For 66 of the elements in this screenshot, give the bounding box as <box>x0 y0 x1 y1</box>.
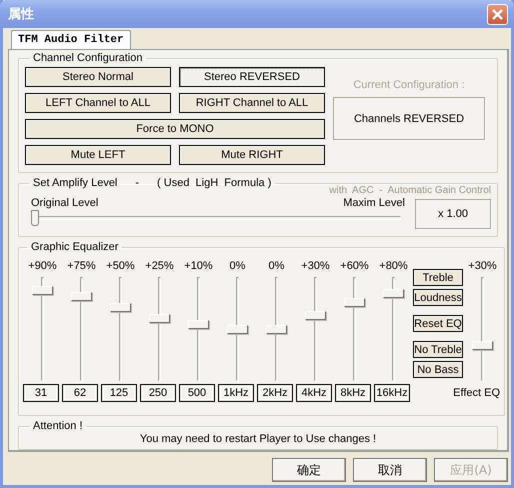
frequency-label: 500 <box>179 384 215 402</box>
close-icon <box>491 8 504 20</box>
frequency-label: 16kHz <box>374 384 410 402</box>
channel-button[interactable]: Stereo REVERSED <box>179 67 325 87</box>
gain-label: +10% <box>183 260 214 272</box>
frequency-label: 1kHz <box>218 384 254 402</box>
gain-label: +50% <box>105 260 136 272</box>
gain-label: +30% <box>467 260 498 272</box>
equalizer-slider[interactable] <box>32 277 53 382</box>
frequency-label: 2kHz <box>257 384 293 402</box>
agc-label: with AGC - Automatic Gain Control <box>329 185 491 198</box>
preset-button[interactable]: Reset EQ <box>413 315 463 332</box>
max-level-label: Maxim Level <box>343 197 405 210</box>
effect-eq-label: Effect EQ <box>452 387 500 400</box>
min-level-label: Original Level <box>31 197 98 210</box>
frequency-label: 31 <box>23 384 59 402</box>
equalizer-slider[interactable] <box>344 277 365 382</box>
effect-slider[interactable] <box>472 277 493 382</box>
equalizer-slider[interactable] <box>383 277 404 382</box>
preset-button[interactable]: No Treble <box>413 341 463 358</box>
amplify-slider[interactable] <box>31 210 401 226</box>
gain-label: +25% <box>144 260 175 272</box>
dialog-button[interactable]: 确定 <box>272 458 346 482</box>
gain-label: +90% <box>27 260 58 272</box>
equalizer-slider[interactable] <box>305 277 326 382</box>
frequency-label: 250 <box>140 384 176 402</box>
gain-label: +60% <box>339 260 370 272</box>
group-title: Channel Configuration <box>32 52 144 64</box>
attention-message: You may need to restart Player to Use changes ! <box>138 433 378 446</box>
slider-thumb[interactable] <box>31 210 39 226</box>
equalizer-slider[interactable] <box>188 277 209 382</box>
window-title: 属性 <box>8 6 34 23</box>
equalizer-slider[interactable] <box>149 277 170 382</box>
equalizer-slider[interactable] <box>110 277 131 382</box>
amplify-value-box: x 1.00 <box>415 199 491 230</box>
group-title: Attention ! <box>32 420 84 432</box>
equalizer-slider[interactable] <box>71 277 92 382</box>
preset-button[interactable]: Treble <box>413 269 463 286</box>
frequency-label: 62 <box>62 384 98 402</box>
preset-button[interactable]: Loudness <box>413 289 463 306</box>
equalizer-slider[interactable] <box>266 277 287 382</box>
gain-label: 0% <box>268 260 286 272</box>
frequency-label: 4kHz <box>296 384 332 402</box>
channel-button[interactable]: Mute RIGHT <box>179 145 325 165</box>
channel-button[interactable]: Stereo Normal <box>25 67 171 87</box>
group-title: Graphic Equalizer <box>30 241 120 254</box>
current-configuration-label: Current Configuration : <box>353 79 465 93</box>
group-title: Set Amplify Level <box>33 177 118 190</box>
equalizer-slider[interactable] <box>227 277 248 382</box>
frequency-label: 8kHz <box>335 384 371 402</box>
gain-label: +75% <box>66 260 97 272</box>
dialog-button[interactable]: 取消 <box>353 458 427 482</box>
close-button[interactable] <box>487 4 508 24</box>
channel-button[interactable]: Mute LEFT <box>25 145 171 165</box>
separator-text: - <box>135 177 140 190</box>
preset-button[interactable]: No Bass <box>413 361 463 378</box>
channel-button[interactable]: LEFT Channel to ALL <box>25 93 171 113</box>
tab[interactable]: TFM Audio Filter <box>11 30 131 49</box>
channel-button[interactable]: Force to MONO <box>25 119 325 139</box>
gain-label: 0% <box>228 260 246 272</box>
channel-button[interactable]: RIGHT Channel to ALL <box>179 93 325 113</box>
gain-label: +30% <box>300 260 331 272</box>
gain-label: +80% <box>378 260 409 272</box>
formula-text: ( Used LigH Formula ) <box>157 177 272 190</box>
current-configuration-box: Channels REVERSED <box>333 97 485 140</box>
frequency-label: 125 <box>101 384 137 402</box>
